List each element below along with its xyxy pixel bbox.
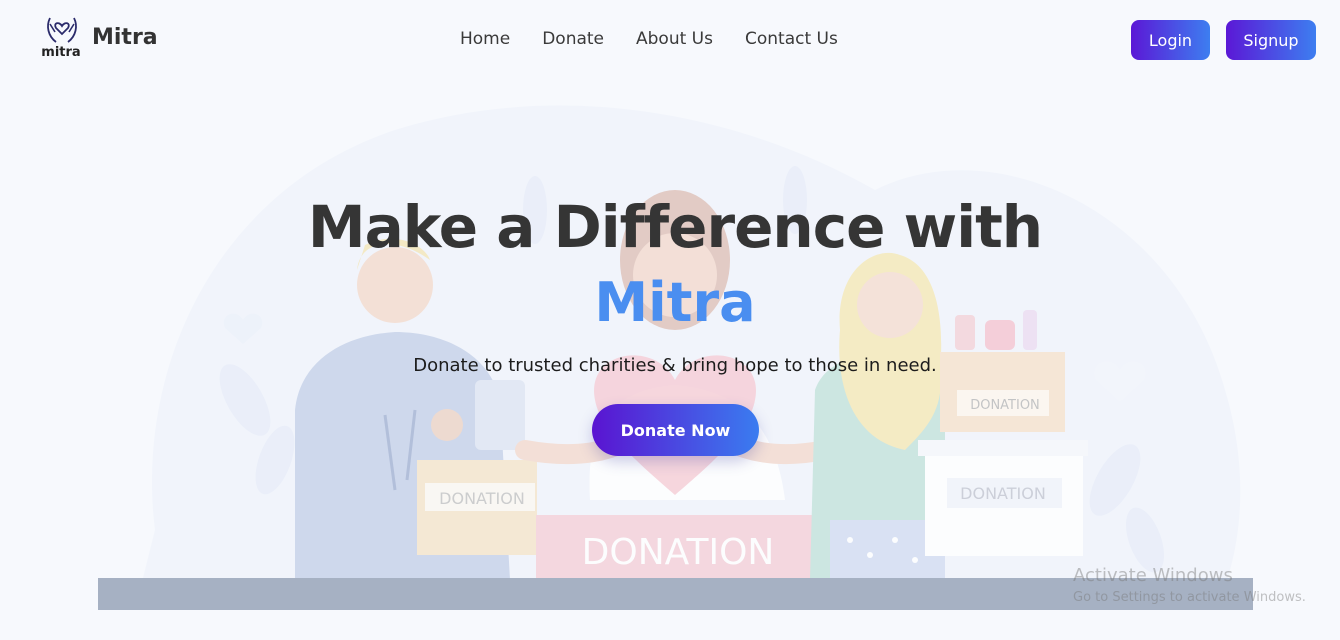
activate-windows-watermark-subtitle: Go to Settings to activate Windows. bbox=[1073, 590, 1306, 605]
signup-button[interactable]: Signup bbox=[1226, 20, 1316, 60]
activate-windows-watermark-title: Activate Windows bbox=[1073, 565, 1233, 586]
donation-illustration: DONATION DONATION DONATION DONATION bbox=[95, 70, 1255, 610]
nav-home[interactable]: Home bbox=[460, 29, 510, 49]
hero-title: Make a Difference with bbox=[307, 193, 1043, 261]
hero-subtitle: Donate to trusted charities & bring hope… bbox=[413, 355, 937, 376]
login-button[interactable]: Login bbox=[1131, 20, 1210, 60]
donate-now-button[interactable]: Donate Now bbox=[592, 404, 759, 456]
hero-accent-brand: Mitra bbox=[594, 271, 756, 334]
nav-about-us[interactable]: About Us bbox=[636, 29, 713, 49]
nav-contact-us[interactable]: Contact Us bbox=[745, 29, 838, 49]
hands-heart-icon: mitra bbox=[40, 14, 84, 62]
brand-mark-text: mitra bbox=[41, 45, 81, 60]
main-nav: Home Donate About Us Contact Us bbox=[460, 29, 870, 49]
nav-donate[interactable]: Donate bbox=[542, 29, 604, 49]
brand-name: Mitra bbox=[92, 25, 158, 50]
